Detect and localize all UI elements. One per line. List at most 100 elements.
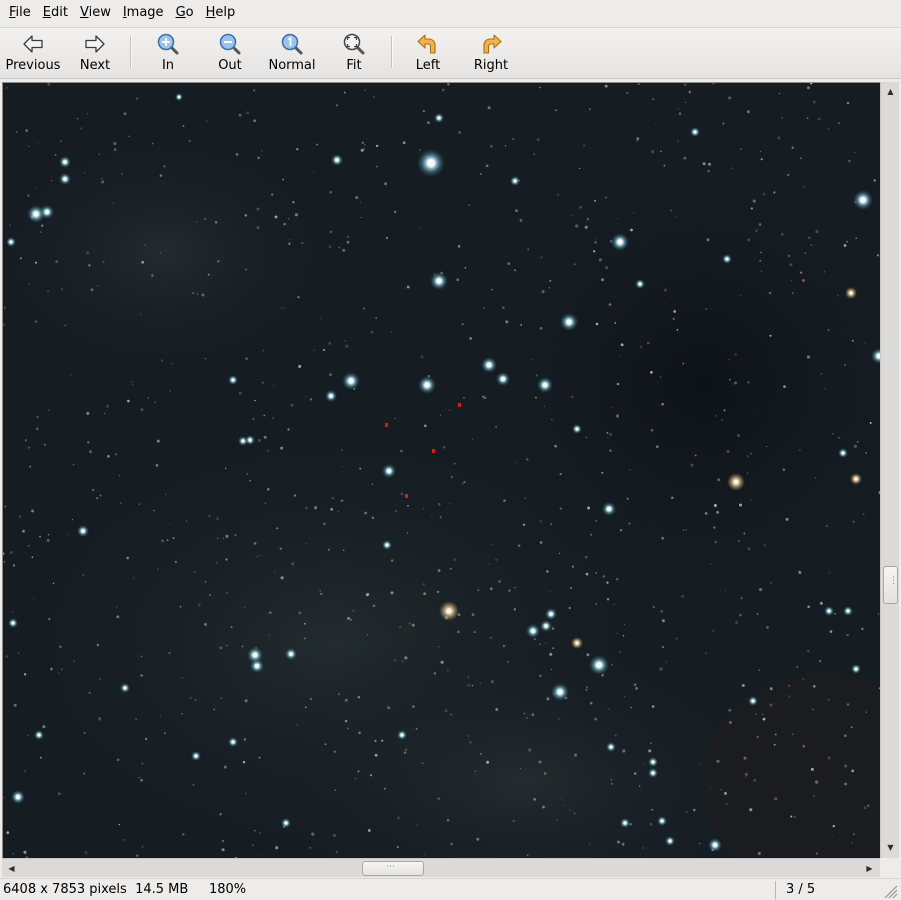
faint-star bbox=[421, 762, 424, 765]
faint-star bbox=[606, 598, 610, 601]
faint-star bbox=[118, 474, 121, 477]
menu-edit[interactable]: Edit bbox=[37, 0, 74, 26]
menu-go[interactable]: Go bbox=[170, 0, 200, 26]
faint-star bbox=[262, 349, 265, 352]
faint-star bbox=[551, 418, 553, 421]
faint-star bbox=[47, 533, 50, 536]
faint-star bbox=[533, 638, 537, 641]
faint-star bbox=[9, 550, 13, 555]
vertical-scroll-thumb[interactable]: ⋮ bbox=[883, 566, 898, 604]
faint-star bbox=[765, 445, 768, 448]
faint-star bbox=[385, 236, 389, 240]
faint-star bbox=[856, 440, 859, 443]
zoom-normal-button[interactable]: Normal bbox=[264, 32, 320, 76]
faint-star bbox=[688, 90, 692, 94]
scroll-down-arrow[interactable]: ▼ bbox=[882, 839, 899, 856]
faint-star bbox=[864, 342, 866, 344]
faint-star bbox=[827, 698, 830, 701]
faint-star bbox=[316, 143, 318, 146]
faint-star bbox=[787, 173, 790, 176]
faint-star bbox=[371, 516, 375, 520]
faint-star bbox=[515, 461, 517, 463]
faint-star bbox=[539, 674, 542, 678]
rotate-right-button[interactable]: Right bbox=[470, 32, 512, 76]
faint-star bbox=[714, 540, 718, 544]
rotate-left-button[interactable]: Left bbox=[410, 32, 446, 76]
faint-star bbox=[283, 307, 285, 309]
star-core bbox=[486, 362, 492, 368]
faint-star bbox=[593, 199, 597, 202]
faint-star bbox=[42, 725, 46, 729]
faint-star bbox=[287, 217, 290, 220]
star-core bbox=[733, 479, 739, 485]
image-canvas[interactable] bbox=[2, 82, 880, 858]
menu-view[interactable]: View bbox=[74, 0, 117, 26]
faint-star bbox=[375, 144, 379, 148]
zoom-in-button[interactable]: In bbox=[150, 32, 186, 76]
menu-help[interactable]: Help bbox=[200, 0, 242, 26]
faint-star bbox=[204, 580, 207, 583]
faint-star bbox=[654, 123, 656, 125]
faint-star bbox=[641, 232, 643, 234]
faint-star bbox=[251, 844, 254, 846]
faint-star bbox=[127, 399, 130, 403]
zoom-fit-button[interactable]: Fit bbox=[336, 32, 372, 76]
faint-star bbox=[151, 142, 154, 145]
faint-star bbox=[283, 222, 286, 226]
faint-star bbox=[404, 748, 408, 751]
faint-star bbox=[305, 506, 308, 510]
horizontal-scrollbar[interactable]: ◀ ⋯ ▶ bbox=[2, 858, 880, 877]
menu-file[interactable]: File bbox=[3, 0, 37, 26]
faint-star bbox=[760, 270, 763, 272]
faint-star bbox=[854, 152, 856, 154]
faint-star bbox=[753, 779, 756, 782]
faint-star bbox=[596, 238, 598, 240]
faint-star bbox=[464, 266, 467, 269]
faint-star bbox=[126, 556, 130, 560]
previous-button[interactable]: Previous bbox=[5, 32, 61, 76]
faint-star bbox=[97, 285, 99, 287]
faint-star bbox=[342, 466, 344, 468]
faint-star bbox=[394, 509, 398, 513]
faint-star bbox=[763, 544, 766, 547]
faint-star bbox=[13, 703, 17, 707]
faint-star bbox=[649, 822, 653, 826]
faint-star bbox=[611, 407, 613, 409]
faint-star bbox=[364, 89, 366, 91]
star-core bbox=[575, 427, 579, 431]
faint-star bbox=[829, 630, 833, 633]
menu-image[interactable]: Image bbox=[117, 0, 170, 26]
faint-star bbox=[593, 250, 596, 253]
scroll-right-arrow[interactable]: ▶ bbox=[861, 860, 878, 877]
faint-star bbox=[664, 288, 667, 292]
faint-star bbox=[59, 645, 62, 649]
faint-star bbox=[837, 121, 841, 125]
faint-star bbox=[734, 353, 737, 356]
faint-star bbox=[88, 691, 91, 694]
scroll-left-arrow[interactable]: ◀ bbox=[3, 860, 20, 877]
faint-star bbox=[467, 683, 471, 687]
faint-star bbox=[427, 121, 430, 125]
faint-star bbox=[709, 786, 712, 789]
faint-star bbox=[489, 636, 492, 639]
faint-star bbox=[424, 853, 426, 855]
faint-star bbox=[812, 100, 816, 104]
next-button[interactable]: Next bbox=[74, 32, 116, 76]
faint-star bbox=[621, 842, 625, 846]
scroll-up-arrow[interactable]: ▲ bbox=[882, 83, 899, 100]
star-core bbox=[751, 699, 755, 703]
faint-star bbox=[216, 789, 218, 791]
faint-star bbox=[538, 760, 542, 764]
vertical-scrollbar[interactable]: ▲ ⋮ ▼ bbox=[880, 82, 899, 858]
faint-star bbox=[338, 246, 340, 249]
faint-star bbox=[835, 823, 837, 825]
faint-star bbox=[369, 774, 373, 777]
faint-star bbox=[60, 668, 64, 671]
resize-grip-icon[interactable] bbox=[880, 881, 898, 899]
faint-star bbox=[550, 668, 552, 670]
horizontal-scroll-thumb[interactable]: ⋯ bbox=[362, 861, 424, 876]
faint-star bbox=[309, 846, 312, 849]
star-core bbox=[542, 382, 548, 388]
faint-star bbox=[12, 611, 14, 613]
zoom-out-button[interactable]: Out bbox=[212, 32, 248, 76]
